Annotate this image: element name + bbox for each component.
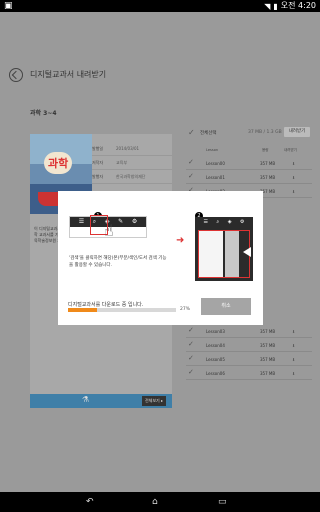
list-item[interactable]: ✓ Lesson03 357 MB ⬇ <box>186 324 312 338</box>
info-value: 한국과학창의재단 <box>116 173 146 179</box>
list-item[interactable]: ✓ Lesson04 357 MB ⬇ <box>186 338 312 352</box>
download-icon[interactable]: ⬇ <box>292 371 295 376</box>
search-icon: ⌕ <box>216 219 220 225</box>
total-size: 37 MB / 1.3 GB <box>248 130 282 135</box>
navigation-bar: ↶ ⌂ ▭ <box>0 492 320 512</box>
toc-icon: ☰ <box>78 218 85 225</box>
lesson-name: Lesson01 <box>206 175 225 180</box>
bookmark-icon: ◈ <box>227 219 232 225</box>
download-dialog: 1 ☰ ⌕ ◈ ✎ ⚙ ☝ '검색'을 클릭하면 해당(본)부분/색인/도서 검… <box>58 191 263 325</box>
lesson-name: Lesson06 <box>206 371 225 376</box>
lesson-name: Lesson03 <box>206 329 225 334</box>
progress-label: 디지털교과서를 다운로드 중 입니다. <box>68 302 144 308</box>
lesson-size: 357 MB <box>260 161 276 166</box>
lesson-name: Lesson04 <box>206 343 225 348</box>
info-key: 발행자 <box>92 173 104 179</box>
row-check-icon[interactable]: ✓ <box>188 368 194 376</box>
flask-icon: ⚗ <box>82 395 90 404</box>
info-value: 2014/03/01 <box>116 146 140 151</box>
info-row: 발행일 2014/03/01 <box>92 142 172 156</box>
list-item[interactable]: ✓ Lesson01 357 MB ⬇ <box>186 170 312 184</box>
book-info-table: 발행일 2014/03/01 저작자 교육부 발행자 한국과학창의재단 <box>92 142 172 184</box>
lesson-size: 357 MB <box>260 371 276 376</box>
settings-icon: ⚙ <box>240 219 245 225</box>
status-bar: ▣ ◥ ▮ 오전 4:20 <box>0 0 320 12</box>
info-value: 교육부 <box>116 159 128 165</box>
progress-bar <box>68 308 176 312</box>
col-download: 내려받기 <box>284 148 297 152</box>
home-icon[interactable]: ⌂ <box>152 497 158 507</box>
col-size: 용량 <box>262 148 269 152</box>
row-check-icon[interactable]: ✓ <box>188 340 194 348</box>
status-icons: ◥ ▮ 오전 4:20 <box>264 0 316 12</box>
info-key: 발행일 <box>92 145 104 151</box>
tutorial-instruction: '검색'을 클릭하면 해당(본)부분/색인/도서 검색 기능을 활용할 수 있습… <box>69 256 167 268</box>
lesson-size: 357 MB <box>260 175 276 180</box>
row-check-icon[interactable]: ✓ <box>188 354 194 362</box>
lesson-size: 357 MB <box>260 343 276 348</box>
download-icon[interactable]: ⬇ <box>292 357 295 362</box>
row-check-icon[interactable]: ✓ <box>188 326 194 334</box>
list-item[interactable]: ✓ Lesson00 357 MB ⬇ <box>186 156 312 170</box>
info-row: 저작자 교육부 <box>92 156 172 170</box>
recents-icon[interactable]: ▭ <box>218 497 227 507</box>
list-item[interactable]: ✓ Lesson06 357 MB ⬇ <box>186 366 312 380</box>
select-all-check-icon[interactable]: ✓ <box>188 128 195 137</box>
view-all-button[interactable]: 전체보기 ▸ <box>142 396 166 406</box>
progress-fill <box>68 308 98 312</box>
image-icon: ▣ <box>4 1 13 11</box>
download-icon[interactable]: ⬇ <box>292 329 295 334</box>
note-icon: ✎ <box>118 218 124 225</box>
cancel-button[interactable]: 취소 <box>201 298 251 315</box>
back-icon[interactable] <box>9 68 23 82</box>
info-row: 발행자 한국과학창의재단 <box>92 170 172 184</box>
row-check-icon[interactable]: ✓ <box>188 158 194 166</box>
lesson-name: Lesson00 <box>206 161 225 166</box>
clock: 오전 4:20 <box>280 1 316 10</box>
download-icon[interactable]: ⬇ <box>292 343 295 348</box>
toc-icon: ☰ <box>203 219 208 225</box>
hand-pointer-icon: ☝ <box>104 221 114 240</box>
page-title: 디지털교과서 내려받기 <box>30 70 107 79</box>
toolbar-preview-2: ☰ ⌕ ◈ ⚙ <box>195 217 253 227</box>
row-check-icon[interactable]: ✓ <box>188 172 194 180</box>
lesson-name: Lesson05 <box>206 357 225 362</box>
list-item[interactable]: ✓ Lesson05 357 MB ⬇ <box>186 352 312 366</box>
download-icon[interactable]: ⬇ <box>292 189 295 194</box>
lesson-size: 357 MB <box>260 329 276 334</box>
panel-pointer-icon <box>243 247 251 257</box>
download-icon[interactable]: ⬇ <box>292 161 295 166</box>
tutorial-screenshot-1: ☰ ⌕ ◈ ✎ ⚙ ☝ <box>69 215 147 240</box>
list-header: ✓ 전체선택 37 MB / 1.3 GB 내려받기 <box>186 124 312 142</box>
col-lesson: Lesson <box>206 148 219 152</box>
lesson-size: 357 MB <box>260 357 276 362</box>
select-all-label[interactable]: 전체선택 <box>200 130 217 136</box>
download-icon[interactable]: ⬇ <box>292 175 295 180</box>
list-columns: Lesson 용량 내려받기 <box>186 146 312 156</box>
progress-percent: 27% <box>180 307 191 312</box>
wifi-icon: ◥ <box>264 1 271 11</box>
cover-title: 과학 <box>44 152 73 174</box>
settings-icon: ⚙ <box>131 218 138 225</box>
subject-title: 과학 3~4 <box>30 110 57 117</box>
arrow-right-icon: ➜ <box>176 235 185 246</box>
battery-icon: ▮ <box>273 1 278 11</box>
back-icon[interactable]: ↶ <box>86 497 94 507</box>
download-button[interactable]: 내려받기 <box>284 127 310 137</box>
app-screen: 디지털교과서 내려받기 과학 3~4 과학 발행일 2014/03/01 저작자… <box>0 12 320 492</box>
tutorial-screenshot-2: ☰ ⌕ ◈ ⚙ <box>195 217 253 281</box>
info-key: 저작자 <box>92 159 104 165</box>
